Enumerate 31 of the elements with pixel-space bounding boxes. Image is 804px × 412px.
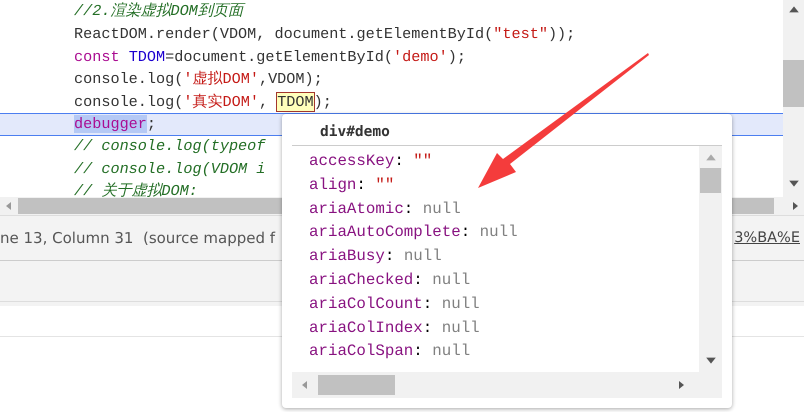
code-text: // console.log(typeof — [74, 136, 266, 155]
paused-statement: debugger — [74, 114, 147, 133]
property-row[interactable]: ariaColIndex: null — [309, 316, 699, 340]
horizontal-scrollbar[interactable] — [292, 372, 722, 398]
property-row[interactable]: accessKey: "" — [309, 150, 699, 174]
property-row[interactable]: ariaColCount: null — [309, 292, 699, 317]
scroll-thumb[interactable] — [783, 60, 804, 107]
code-text: console.log('虚拟DOM',VDOM); — [74, 70, 323, 88]
source-link[interactable]: 3%BA%E — [734, 230, 800, 246]
cursor-position: ne 13, Column 31 (source mapped f — [0, 229, 276, 247]
scroll-right-icon[interactable] — [790, 201, 800, 211]
code-text: console.log('真实DOM', — [74, 93, 270, 112]
scroll-thumb[interactable] — [318, 375, 395, 395]
vertical-scrollbar[interactable] — [783, 0, 804, 197]
hovered-variable[interactable]: TDOM — [277, 93, 314, 112]
property-row[interactable]: ariaColSpan: null — [309, 340, 699, 364]
code-text: ; — [146, 114, 156, 133]
vertical-scrollbar[interactable] — [699, 146, 722, 372]
property-row[interactable]: ariaAtomic: null — [309, 198, 699, 222]
code-text: ); — [314, 93, 332, 112]
code-text: const TDOM=document.getElementById('demo'); — [74, 48, 466, 66]
code-text: // console.log(VDOM i — [74, 160, 266, 178]
scroll-thumb[interactable] — [700, 168, 721, 193]
property-row[interactable]: ariaBusy: null — [309, 245, 699, 269]
code-text: //2.渲染虚拟DOM到页面 — [74, 2, 243, 20]
scroll-right-icon[interactable] — [676, 380, 686, 390]
code-text: ReactDOM.render(VDOM, document.getElementById("test")); — [74, 24, 576, 43]
scroll-left-icon[interactable] — [4, 201, 14, 211]
property-row[interactable]: ariaAutoComplete: null — [309, 221, 699, 246]
scroll-left-icon[interactable] — [300, 380, 310, 390]
property-row[interactable]: align: "" — [309, 174, 699, 198]
